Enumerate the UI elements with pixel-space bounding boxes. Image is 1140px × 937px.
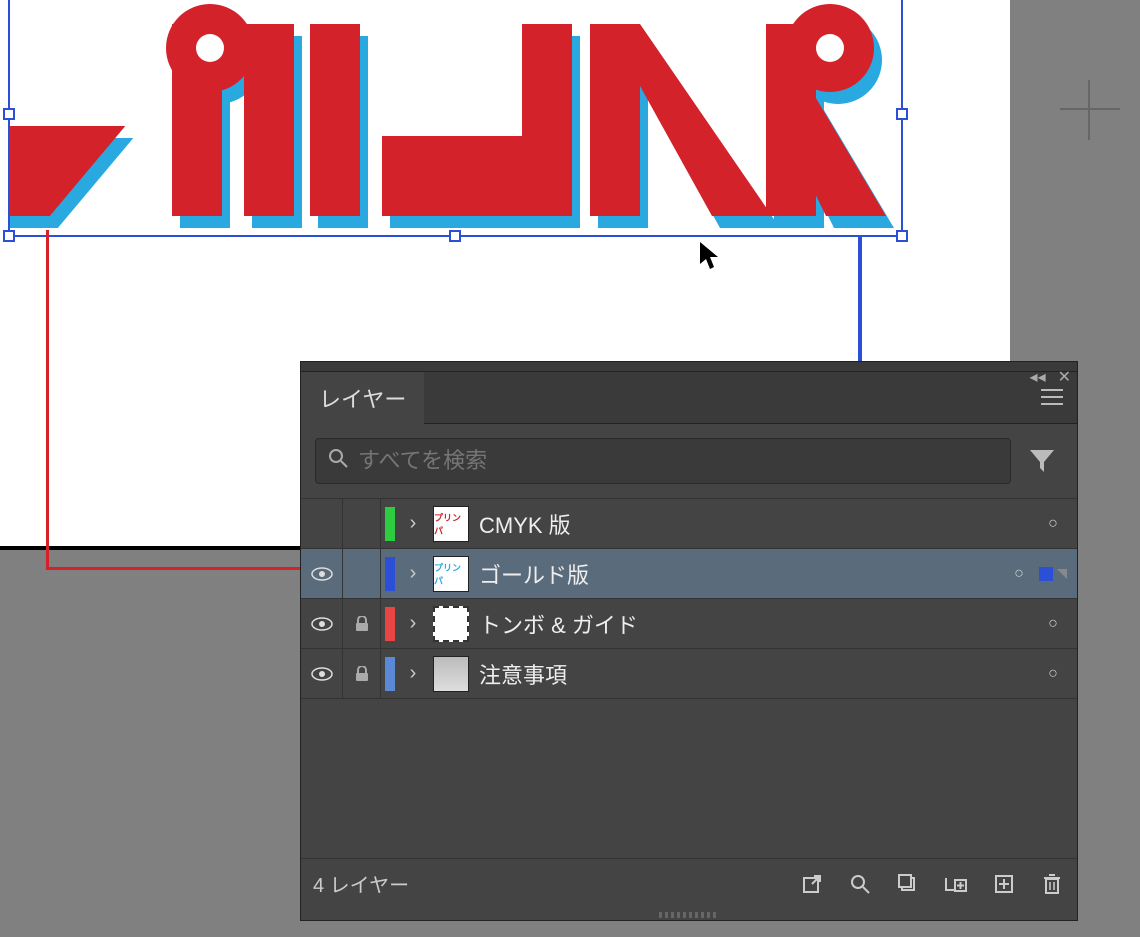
- layer-name-label[interactable]: 注意事項: [475, 658, 1039, 690]
- target-icon[interactable]: ○: [1039, 615, 1067, 633]
- layer-color-swatch: [385, 607, 395, 641]
- new-layer-icon[interactable]: [991, 871, 1017, 897]
- collect-icon[interactable]: [895, 871, 921, 897]
- disclosure-chevron-icon[interactable]: ›: [399, 662, 427, 685]
- search-box[interactable]: [315, 438, 1011, 484]
- new-sublayer-icon[interactable]: [943, 871, 969, 897]
- visibility-toggle[interactable]: [301, 599, 343, 649]
- locate-icon[interactable]: [847, 871, 873, 897]
- visibility-toggle[interactable]: [301, 649, 343, 699]
- target-icon[interactable]: ○: [1039, 665, 1067, 683]
- tab-layers[interactable]: レイヤー: [301, 372, 424, 424]
- lock-toggle[interactable]: [343, 599, 381, 649]
- layer-list: › プリンパ CMYK 版 ○ › プリンパ ゴールド版 ○: [301, 498, 1077, 699]
- layer-thumbnail: プリンパ: [433, 506, 469, 542]
- layer-row-guides[interactable]: › トンボ & ガイド ○: [301, 599, 1077, 649]
- panel-collapse-icon[interactable]: ◂◂: [1030, 367, 1046, 387]
- panel-drag-bar[interactable]: [301, 362, 1077, 372]
- panel-close-icon[interactable]: ✕: [1058, 367, 1071, 387]
- selection-indicator[interactable]: [1039, 567, 1053, 581]
- layer-name-label[interactable]: ゴールド版: [475, 558, 1005, 590]
- layer-color-swatch: [385, 507, 395, 541]
- visibility-toggle[interactable]: [301, 549, 343, 599]
- export-icon[interactable]: [799, 871, 825, 897]
- layer-name-label[interactable]: トンボ & ガイド: [475, 608, 1039, 640]
- panel-resize-grip[interactable]: [659, 912, 719, 918]
- layer-row-notes[interactable]: › 注意事項 ○: [301, 649, 1077, 699]
- disclosure-chevron-icon[interactable]: ›: [399, 562, 427, 585]
- panel-footer: 4 レイヤー: [301, 858, 1077, 908]
- visibility-toggle[interactable]: [301, 499, 343, 549]
- layers-panel: ◂◂ ✕ レイヤー › プリンパ CMYK 版 ○: [300, 361, 1078, 921]
- layer-count-label: 4 レイヤー: [313, 869, 409, 898]
- registration-mark: [1060, 80, 1120, 140]
- logo-graphic: [10, 0, 910, 240]
- layer-name-label[interactable]: CMYK 版: [475, 508, 1039, 540]
- current-layer-flag: [1057, 569, 1067, 579]
- layer-row-cmyk[interactable]: › プリンパ CMYK 版 ○: [301, 499, 1077, 549]
- lock-toggle[interactable]: [343, 499, 381, 549]
- panel-tab-bar: レイヤー: [301, 372, 1077, 424]
- disclosure-chevron-icon[interactable]: ›: [399, 612, 427, 635]
- search-row: [301, 424, 1077, 498]
- target-icon[interactable]: ○: [1005, 565, 1033, 583]
- disclosure-chevron-icon[interactable]: ›: [399, 512, 427, 535]
- lock-toggle[interactable]: [343, 649, 381, 699]
- cursor-icon: [700, 242, 724, 277]
- layer-thumbnail: プリンパ: [433, 556, 469, 592]
- search-input[interactable]: [358, 448, 998, 474]
- layer-color-swatch: [385, 657, 395, 691]
- selected-artwork[interactable]: [10, 0, 910, 240]
- layer-thumbnail: [433, 656, 469, 692]
- delete-icon[interactable]: [1039, 871, 1065, 897]
- filter-button[interactable]: [1021, 440, 1063, 482]
- layer-color-swatch: [385, 557, 395, 591]
- layer-row-gold[interactable]: › プリンパ ゴールド版 ○: [301, 549, 1077, 599]
- search-icon: [328, 448, 348, 474]
- target-icon[interactable]: ○: [1039, 515, 1067, 533]
- layer-thumbnail: [433, 606, 469, 642]
- lock-toggle[interactable]: [343, 549, 381, 599]
